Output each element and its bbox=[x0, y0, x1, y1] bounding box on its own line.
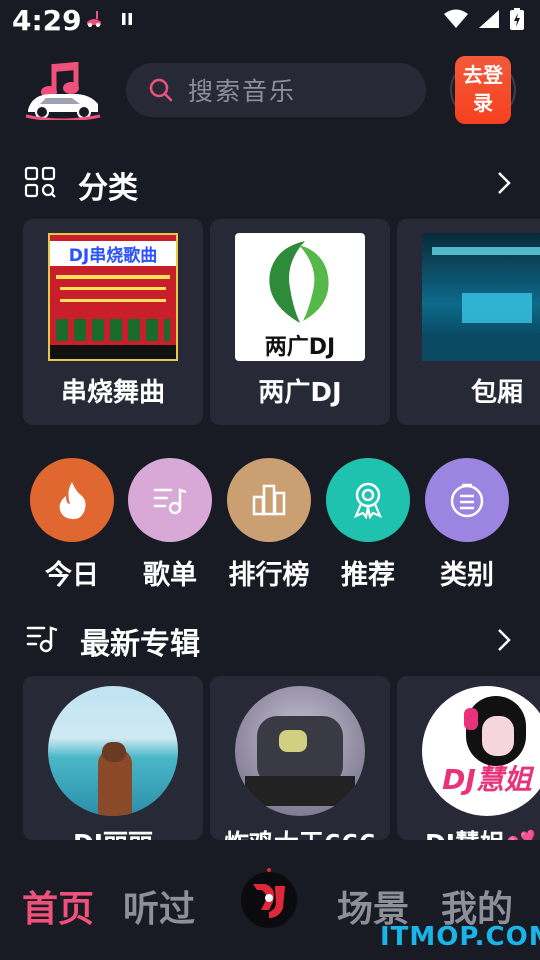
signal-icon bbox=[479, 10, 499, 28]
quick-ranking-button[interactable] bbox=[227, 458, 311, 542]
album-music-list-icon bbox=[26, 626, 58, 653]
status-time: 4:29 bbox=[12, 4, 82, 37]
quick-genre-button[interactable] bbox=[425, 458, 509, 542]
album-title: 炸鸡大王666 bbox=[210, 824, 390, 840]
fire-icon bbox=[59, 482, 86, 520]
category-grid-icon bbox=[24, 166, 56, 198]
album-card[interactable]: DJ丽丽 bbox=[23, 676, 203, 840]
login-label-line1: 去登 bbox=[463, 63, 503, 87]
battery-charging-icon bbox=[510, 8, 524, 30]
quick-playlist-button[interactable] bbox=[128, 458, 212, 542]
album-card[interactable]: DJ慧姐 DJ慧姐💕 bbox=[397, 676, 540, 840]
categories-more-chevron-icon[interactable] bbox=[496, 170, 512, 196]
watermark-text: ITMOP.COM bbox=[380, 922, 540, 952]
dj-center-logo-icon[interactable] bbox=[239, 868, 299, 930]
album-cover: DJ慧姐 bbox=[422, 686, 540, 816]
quick-today-label: 今日 bbox=[45, 560, 99, 591]
quick-playlist-label: 歌单 bbox=[143, 560, 197, 591]
quick-recommend-label: 推荐 bbox=[341, 560, 395, 591]
search-icon bbox=[149, 78, 173, 102]
list-icon bbox=[450, 483, 484, 518]
quick-genre-label: 类别 bbox=[440, 560, 494, 591]
search-placeholder: 搜索音乐 bbox=[188, 77, 297, 106]
category-thumb-lianguang: 两广DJ bbox=[235, 233, 365, 361]
playlist-icon bbox=[153, 488, 187, 515]
category-label: 包厢 bbox=[470, 378, 523, 408]
album-cover bbox=[48, 686, 178, 816]
search-bar[interactable]: 搜索音乐 bbox=[126, 63, 426, 117]
login-button[interactable]: 去登 录 bbox=[455, 56, 511, 124]
album-card[interactable]: 炸鸡大王666 bbox=[210, 676, 390, 840]
app-logo-icon[interactable] bbox=[24, 60, 102, 120]
wifi-icon bbox=[444, 9, 468, 28]
music-app-notification-icon bbox=[87, 11, 101, 27]
quick-recommend-button[interactable] bbox=[326, 458, 410, 542]
status-indicators bbox=[444, 8, 524, 30]
category-thumb-medley: DJ串烧歌曲 bbox=[48, 233, 178, 361]
album-cover bbox=[235, 686, 365, 816]
category-thumb-lianguang-title: 两广DJ bbox=[264, 335, 336, 360]
leaf-logo-icon bbox=[269, 241, 329, 323]
album-title: DJ慧姐💕 bbox=[425, 824, 540, 840]
albums-more-chevron-icon[interactable] bbox=[496, 627, 512, 653]
album-title: DJ丽丽 bbox=[23, 824, 203, 840]
pause-icon bbox=[122, 13, 132, 25]
nav-history-tab[interactable]: 听过 bbox=[123, 880, 195, 932]
award-icon bbox=[353, 482, 383, 519]
login-label-line2: 录 bbox=[473, 91, 493, 115]
quick-ranking-label: 排行榜 bbox=[228, 560, 310, 591]
quick-today-button[interactable] bbox=[30, 458, 114, 542]
category-card-medley[interactable]: DJ串烧歌曲 串烧舞曲 bbox=[23, 219, 203, 425]
categories-title: 分类 bbox=[78, 171, 138, 206]
nav-home-tab[interactable]: 首页 bbox=[22, 880, 94, 932]
category-thumb-medley-title: DJ串烧歌曲 bbox=[50, 241, 176, 266]
category-card-lianguang-dj[interactable]: 两广DJ 两广DJ bbox=[210, 219, 390, 425]
album-cover-text: DJ慧姐 bbox=[442, 763, 532, 796]
category-thumb-room bbox=[422, 233, 540, 361]
category-label: 串烧舞曲 bbox=[60, 378, 165, 408]
category-card-private-room[interactable]: 包厢 bbox=[397, 219, 540, 425]
ranking-icon bbox=[252, 484, 286, 516]
category-label: 两广DJ bbox=[258, 378, 342, 408]
albums-title: 最新专辑 bbox=[80, 627, 200, 662]
